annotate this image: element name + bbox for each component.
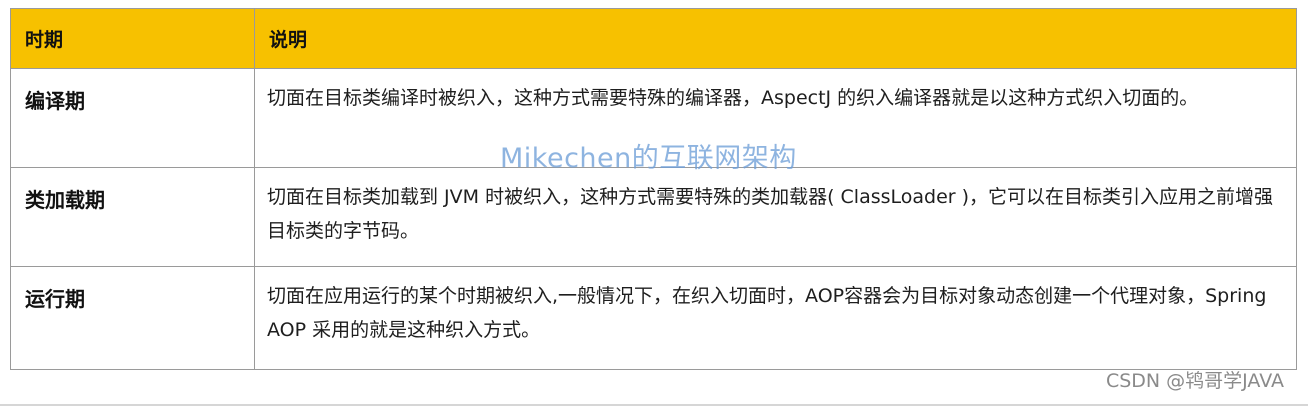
phase-class-load-time: 类加载期: [10, 167, 255, 267]
header-description: 说明: [254, 8, 1297, 69]
phase-compile-time: 编译期: [10, 68, 255, 168]
screenshot-canvas: 时期 说明 编译期 切面在目标类编译时被织入，这种方式需要特殊的编译器，Aspe…: [0, 0, 1308, 408]
description-runtime: 切面在应用运行的某个时期被织入,一般情况下，在织入切面时，AOP容器会为目标对象…: [254, 266, 1297, 370]
description-class-load-time: 切面在目标类加载到 JVM 时被织入，这种方式需要特殊的类加载器( ClassL…: [254, 167, 1297, 267]
description-compile-time: 切面在目标类编译时被织入，这种方式需要特殊的编译器，AspectJ 的织入编译器…: [254, 68, 1297, 168]
weaving-phases-table: 时期 说明 编译期 切面在目标类编译时被织入，这种方式需要特殊的编译器，Aspe…: [10, 8, 1297, 370]
bottom-divider: [0, 404, 1308, 406]
table-header-row: 时期 说明: [10, 8, 1297, 69]
table-row: 运行期 切面在应用运行的某个时期被织入,一般情况下，在织入切面时，AOP容器会为…: [10, 266, 1297, 370]
csdn-watermark: CSDN @鸨哥学JAVA: [1105, 370, 1284, 392]
phase-runtime: 运行期: [10, 266, 255, 370]
table-row: 类加载期 切面在目标类加载到 JVM 时被织入，这种方式需要特殊的类加载器( C…: [10, 167, 1297, 267]
table-row: 编译期 切面在目标类编译时被织入，这种方式需要特殊的编译器，AspectJ 的织…: [10, 68, 1297, 168]
header-phase: 时期: [10, 8, 255, 69]
